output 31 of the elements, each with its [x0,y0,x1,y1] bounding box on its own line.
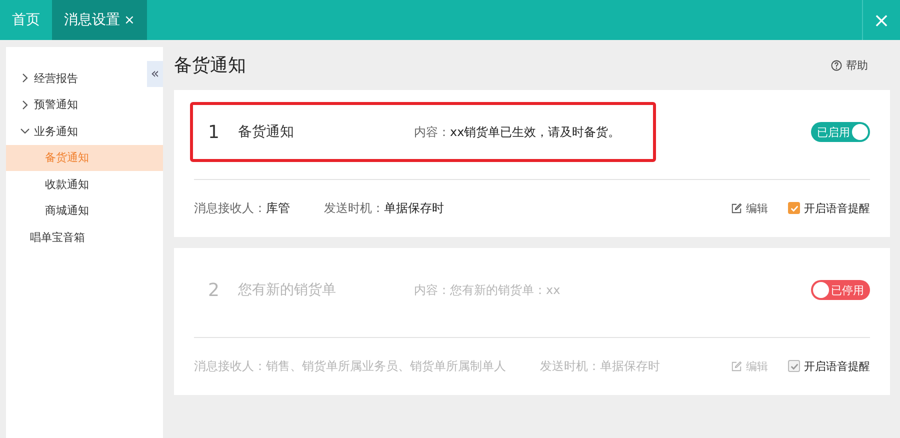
checkbox[interactable] [788,202,800,214]
timing-text: 发送时机：单据保存时 [540,358,660,374]
chevron-icon [20,126,30,136]
notice-content: 内容：xx销货单已生效，请及时备货。 [414,124,620,140]
recipient-text: 消息接收人：库管 [194,200,290,216]
checkbox[interactable] [788,360,800,372]
notice-name: 您有新的销货单 [238,281,337,299]
collapse-button[interactable]: « [147,61,163,87]
sidebar-item[interactable]: 商城通知 [6,198,163,224]
help-icon [831,60,842,70]
sidebar-item[interactable]: 业务通知 [6,118,145,144]
timing-text: 发送时机：单据保存时 [324,200,444,216]
edit-icon [731,202,742,214]
sidebar-item[interactable]: 预警通知 [6,92,145,118]
tab[interactable]: 消息设置 × [52,0,147,40]
voice-alert-checkbox[interactable]: 开启语音提醒 [788,200,870,216]
notice-number: 2 [208,280,220,300]
notice-name: 备货通知 [238,123,295,141]
sidebar-item[interactable]: 唱单宝音箱 [6,224,145,250]
sidebar-item[interactable]: 收款通知 [6,171,163,198]
chevron-icon [20,100,30,110]
edit-icon [731,360,742,372]
notice-number: 1 [208,122,220,142]
edit-button[interactable]: 编辑 [725,200,774,216]
help-button[interactable]: 帮助 [825,56,874,74]
recipient-text: 消息接收人：销售、销货单所属业务员、销货单所属制单人 [194,358,506,374]
voice-alert-checkbox[interactable]: 开启语音提醒 [788,358,870,374]
chevron-icon [20,73,30,84]
sidebar-item[interactable]: 经营报告 [6,65,145,92]
notice-content: 内容：您有新的销货单：xx [414,282,560,298]
page-title: 备货通知 [174,54,246,77]
